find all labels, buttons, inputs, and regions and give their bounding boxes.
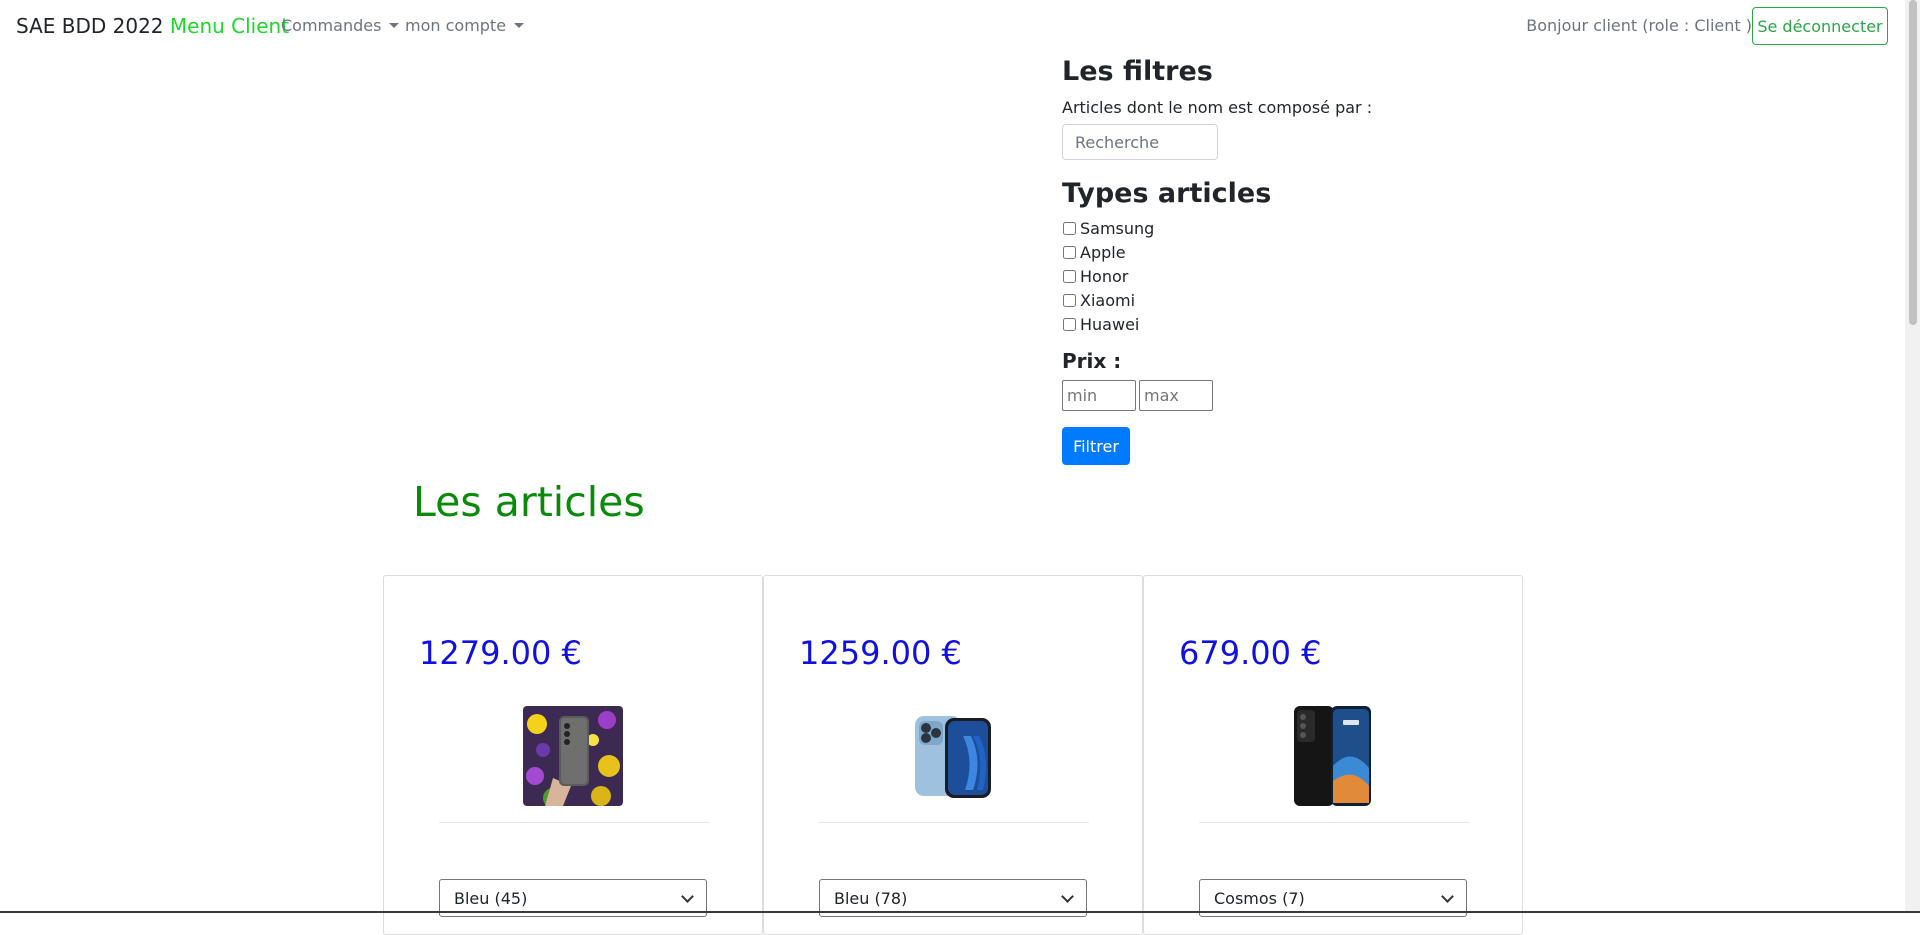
chevron-down-icon [514, 23, 525, 28]
article-price: 1259.00 € [799, 634, 962, 672]
card-divider [819, 822, 1089, 823]
mon-compte-dropdown[interactable]: mon compte [405, 16, 525, 35]
mon-compte-label: mon compte [405, 16, 507, 35]
type-label: Apple [1080, 242, 1126, 262]
name-filter-label: Articles dont le nom est composé par : [1062, 98, 1373, 117]
commandes-label: Commandes [281, 16, 382, 35]
logout-button[interactable]: Se déconnecter [1752, 7, 1888, 45]
type-checkbox-huawei[interactable] [1063, 317, 1076, 331]
article-price: 679.00 € [1179, 634, 1322, 672]
color-select-value: Cosmos (7) [1214, 888, 1305, 908]
type-label: Honor [1080, 266, 1129, 286]
article-card: 679.00 € Cosmos (7) [1143, 575, 1523, 935]
article-price: 1279.00 € [419, 634, 582, 672]
commandes-dropdown[interactable]: Commandes [281, 16, 400, 35]
type-option-apple[interactable]: Apple [1062, 240, 1422, 264]
price-max-input[interactable] [1139, 380, 1213, 411]
price-range [1062, 380, 1422, 411]
price-title: Prix : [1062, 349, 1122, 373]
filter-button[interactable]: Filtrer [1062, 427, 1130, 465]
chevron-down-icon [1061, 889, 1074, 903]
type-option-huawei[interactable]: Huawei [1062, 312, 1422, 336]
card-divider [1199, 822, 1469, 823]
filters-title: Les filtres [1062, 56, 1213, 87]
articles-title: Les articles [413, 478, 645, 526]
types-title: Types articles [1062, 178, 1272, 209]
chevron-down-icon [681, 889, 694, 903]
article-card: 1279.00 € Bleu (45) [383, 575, 763, 935]
type-checkbox-honor[interactable] [1063, 269, 1076, 283]
price-min-input[interactable] [1062, 380, 1136, 411]
top-navbar: SAE BDD 2022 Menu Client Commandes mon c… [0, 0, 1920, 54]
type-label: Samsung [1080, 218, 1155, 238]
brand-menu-client: Menu Client [169, 14, 290, 38]
brand-title: SAE BDD 2022 [16, 14, 164, 38]
type-label: Huawei [1080, 314, 1140, 334]
type-checkbox-apple[interactable] [1063, 245, 1076, 259]
samsung-phone-photo [523, 706, 623, 806]
scrollbar-thumb[interactable] [1909, 0, 1917, 325]
article-image[interactable] [903, 706, 1003, 806]
brand[interactable]: SAE BDD 2022 Menu Client [16, 14, 289, 38]
article-card: 1259.00 € Bleu (78) [763, 575, 1143, 935]
type-checkbox-samsung[interactable] [1063, 221, 1076, 235]
type-option-samsung[interactable]: Samsung [1062, 216, 1422, 240]
type-option-honor[interactable]: Honor [1062, 264, 1422, 288]
types-list: Samsung Apple Honor Xiaomi Huawei [1062, 216, 1422, 336]
article-image[interactable] [1283, 706, 1383, 806]
articles-grid: 1279.00 € Bleu (45) 1259.00 € Bleu (78) … [383, 575, 1523, 935]
huawei-phone-photo [1294, 706, 1371, 806]
type-checkbox-xiaomi[interactable] [1063, 293, 1076, 307]
filters-panel: Les filtres Articles dont le nom est com… [1062, 52, 1422, 465]
card-divider [439, 822, 709, 823]
color-select-value: Bleu (78) [834, 888, 908, 908]
page-scrollbar[interactable] [1905, 0, 1920, 913]
iphone-photo [915, 716, 991, 798]
color-select-value: Bleu (45) [454, 888, 528, 908]
user-greeting: Bonjour client (role : Client ) [1526, 16, 1752, 35]
chevron-down-icon [1441, 889, 1454, 903]
type-label: Xiaomi [1080, 290, 1136, 310]
search-input[interactable] [1062, 124, 1218, 160]
chevron-down-icon [389, 23, 400, 28]
article-image[interactable] [523, 706, 623, 806]
type-option-xiaomi[interactable]: Xiaomi [1062, 288, 1422, 312]
